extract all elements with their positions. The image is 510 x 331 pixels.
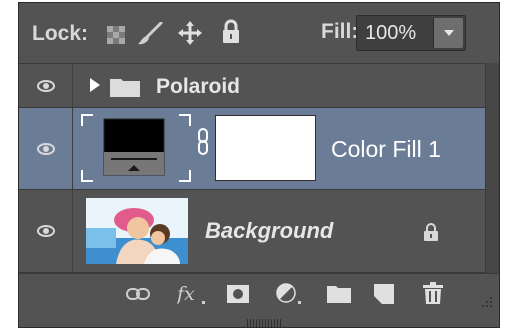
fill-label: Fill:: [321, 20, 359, 43]
eye-icon: [37, 225, 55, 237]
mask-link-icon[interactable]: [197, 128, 209, 158]
lock-all-icon[interactable]: [222, 19, 240, 45]
layers-toolbar: fx: [19, 273, 499, 315]
layer-name[interactable]: Polaroid: [156, 75, 240, 99]
eye-icon: [37, 142, 55, 155]
fx-icon[interactable]: fx: [177, 282, 209, 306]
resize-grip-icon[interactable]: [481, 296, 493, 308]
color-fill-swatch-icon: [103, 118, 165, 176]
disclosure-triangle-icon[interactable]: [90, 78, 100, 92]
chevron-down-icon: [444, 30, 454, 36]
layer-row-color-fill[interactable]: Color Fill 1: [19, 107, 485, 189]
svg-text:fx: fx: [177, 283, 195, 305]
panel-resize-handle[interactable]: [247, 319, 281, 327]
lock-transparent-pixels-icon[interactable]: [107, 26, 125, 44]
lock-image-pixels-icon[interactable]: [137, 22, 163, 46]
visibility-toggle[interactable]: [19, 190, 73, 272]
layer-name[interactable]: Color Fill 1: [331, 136, 441, 163]
trash-icon[interactable]: [423, 282, 443, 304]
layer-lock-icon: [424, 223, 438, 241]
layer-name[interactable]: Background: [205, 218, 333, 244]
fill-dropdown-button[interactable]: [433, 18, 463, 48]
layers-scrollbar[interactable]: [485, 63, 499, 273]
layer-mask-thumbnail[interactable]: [215, 115, 316, 181]
layers-panel: Lock: Fill: 100% Polaroid Color Fill 1 B…: [18, 2, 500, 328]
new-layer-icon[interactable]: [374, 284, 394, 304]
lock-position-icon[interactable]: [177, 20, 203, 46]
lock-label: Lock:: [32, 22, 89, 45]
new-group-icon[interactable]: [327, 285, 351, 303]
eye-icon: [37, 79, 55, 92]
photo-thumbnail-icon[interactable]: [86, 198, 188, 264]
layer-row-group[interactable]: Polaroid: [19, 63, 485, 107]
add-mask-icon[interactable]: [227, 285, 249, 303]
fill-thumbnail[interactable]: [81, 114, 191, 182]
adjustment-layer-icon[interactable]: [276, 283, 304, 305]
fill-value[interactable]: 100%: [365, 22, 416, 45]
visibility-toggle[interactable]: [19, 64, 73, 107]
visibility-toggle[interactable]: [19, 108, 73, 189]
folder-icon: [110, 79, 140, 97]
fill-input[interactable]: 100%: [356, 15, 466, 51]
link-layers-icon[interactable]: [126, 286, 150, 302]
lock-bar: Lock: Fill: 100%: [19, 3, 499, 63]
layer-row-background[interactable]: Background: [19, 189, 485, 273]
